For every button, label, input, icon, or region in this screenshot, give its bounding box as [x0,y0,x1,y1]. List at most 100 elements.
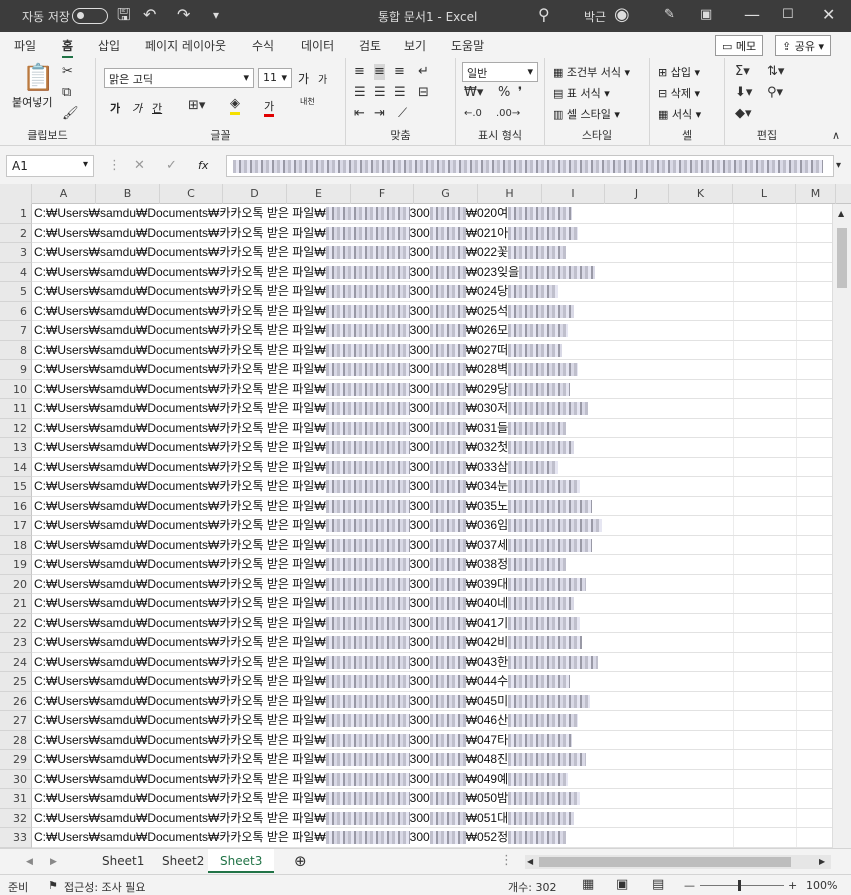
font-size-select[interactable]: 11 ▾ [258,68,292,88]
align-center-icon[interactable]: ☰ [374,85,386,101]
cell-a-value[interactable]: C:₩Users₩samdu₩Documents₩카카오톡 받은 파일₩ 300 ₩… [34,653,599,672]
cell-a-value[interactable]: C:₩Users₩samdu₩Documents₩카카오톡 받은 파일₩ 300 ₩… [34,341,563,360]
italic-button[interactable]: 가 [132,100,142,116]
cell-a-value[interactable]: C:₩Users₩samdu₩Documents₩카카오톡 받은 파일₩ 300 ₩… [34,711,579,730]
cell-a-value[interactable]: C:₩Users₩samdu₩Documents₩카카오톡 받은 파일₩ 300 ₩… [34,672,571,691]
cell-a-value[interactable]: C:₩Users₩samdu₩Documents₩카카오톡 받은 파일₩ 300 ₩… [34,633,583,652]
select-all-corner[interactable] [0,184,32,204]
page-break-view-icon[interactable]: ▤ [652,877,664,892]
row-header[interactable]: 12 [0,418,32,438]
column-header-a[interactable]: A [32,184,96,204]
row-header[interactable]: 2 [0,223,32,243]
cell-a-value[interactable]: C:₩Users₩samdu₩Documents₩카카오톡 받은 파일₩ 300 ₩… [34,770,569,789]
zoom-slider-thumb[interactable] [738,880,741,891]
decrease-indent-icon[interactable]: ⇤ [354,106,365,122]
tab-review[interactable]: 검토 [359,37,381,54]
row-header[interactable]: 21 [0,594,32,614]
zoom-slider[interactable] [700,885,784,886]
row-header[interactable]: 10 [0,379,32,399]
row-header[interactable]: 9 [0,360,32,380]
clear-icon[interactable]: ◆▾ [735,106,752,122]
cell-a-value[interactable]: C:₩Users₩samdu₩Documents₩카카오톡 받은 파일₩ 300 ₩… [34,419,567,438]
fill-icon[interactable]: ⬇▾ [735,85,752,101]
cell-a-value[interactable]: C:₩Users₩samdu₩Documents₩카카오톡 받은 파일₩ 300 ₩… [34,828,567,847]
row-header[interactable]: 23 [0,633,32,653]
vertical-scrollbar[interactable]: ▲ [832,204,851,848]
scroll-up-icon[interactable]: ▲ [838,206,844,222]
align-bottom-icon[interactable]: ≡ [394,64,405,80]
redo-icon[interactable]: ↷ [177,5,190,25]
cancel-entry-icon[interactable]: ✕ [134,158,145,174]
cell-a-value[interactable]: C:₩Users₩samdu₩Documents₩카카오톡 받은 파일₩ 300 ₩… [34,321,569,340]
row-header[interactable]: 30 [0,769,32,789]
maximize-icon[interactable]: ☐ [782,5,794,25]
accessibility-status[interactable]: 접근성: 조사 필요 [64,879,146,895]
share-button[interactable]: ⇪ 공유 ▾ [775,35,831,56]
bold-button[interactable]: 가 [110,100,120,116]
zoom-in-icon[interactable]: + [788,879,797,892]
more-options-icon[interactable]: ⋮ [108,158,121,174]
column-header-l[interactable]: L [733,184,796,204]
percent-icon[interactable]: % [498,85,510,101]
cell-a-value[interactable]: C:₩Users₩samdu₩Documents₩카카오톡 받은 파일₩ 300 ₩… [34,438,575,457]
zoom-out-icon[interactable]: — [684,879,695,892]
sheet-tab-2[interactable]: Sheet2 [150,849,216,873]
tab-view[interactable]: 보기 [404,37,426,54]
format-cells-button[interactable]: ▦ 서식 ▾ [658,106,701,122]
phonetic-button[interactable]: 내천 [300,96,315,107]
column-header-m[interactable]: M [796,184,836,204]
underline-button[interactable]: 간 [152,100,162,116]
row-header[interactable]: 11 [0,399,32,419]
next-sheet-icon[interactable]: ▶ [50,854,57,870]
wrap-text-icon[interactable]: ↵ [418,64,429,80]
row-header[interactable]: 3 [0,243,32,263]
column-header-e[interactable]: E [287,184,351,204]
cell-a-value[interactable]: C:₩Users₩samdu₩Documents₩카카오톡 받은 파일₩ 300 ₩… [34,399,589,418]
row-header[interactable]: 15 [0,477,32,497]
row-header[interactable]: 22 [0,613,32,633]
accounting-format-icon[interactable]: ₩▾ [464,85,483,101]
row-header[interactable]: 25 [0,672,32,692]
tab-home[interactable]: 홈 [62,37,74,58]
column-header-c[interactable]: C [160,184,223,204]
conditional-format-button[interactable]: ▦ 조건부 서식 ▾ [553,64,630,80]
borders-icon[interactable]: ⊞▾ [188,98,205,114]
memo-button[interactable]: ▭ 메모 [715,35,764,56]
cell-a-value[interactable]: C:₩Users₩samdu₩Documents₩카카오톡 받은 파일₩ 300 ₩… [34,575,587,594]
horizontal-scroll-thumb[interactable] [539,857,791,867]
row-header[interactable]: 19 [0,555,32,575]
cell-a-value[interactable]: C:₩Users₩samdu₩Documents₩카카오톡 받은 파일₩ 300 ₩… [34,224,579,243]
cell-a-value[interactable]: C:₩Users₩samdu₩Documents₩카카오톡 받은 파일₩ 300 ₩… [34,204,573,223]
row-header[interactable]: 31 [0,789,32,809]
increase-decimal-icon[interactable]: ←.0 [464,106,482,122]
row-header[interactable]: 26 [0,691,32,711]
save-icon[interactable]: 🖫 [117,5,131,25]
page-layout-view-icon[interactable]: ▣ [616,877,628,892]
cell-a-value[interactable]: C:₩Users₩samdu₩Documents₩카카오톡 받은 파일₩ 300 ₩… [34,458,559,477]
cell-a-value[interactable]: C:₩Users₩samdu₩Documents₩카카오톡 받은 파일₩ 300 ₩… [34,692,591,711]
row-header[interactable]: 33 [0,828,32,848]
collapse-ribbon-icon[interactable]: ∧ [832,128,840,144]
format-as-table-button[interactable]: ▤ 표 서식 ▾ [553,85,610,101]
grow-font-button[interactable]: 가 [298,70,309,87]
column-header-b[interactable]: B [96,184,160,204]
tab-data[interactable]: 데이터 [301,37,334,54]
paste-icon[interactable]: 📋 [22,64,54,92]
cell-a-value[interactable]: C:₩Users₩samdu₩Documents₩카카오톡 받은 파일₩ 300 ₩… [34,731,573,750]
fill-color-icon[interactable]: ◈ [230,96,240,115]
cell-a-value[interactable]: C:₩Users₩samdu₩Documents₩카카오톡 받은 파일₩ 300 ₩… [34,497,593,516]
row-header[interactable]: 24 [0,652,32,672]
delete-cells-button[interactable]: ⊟ 삭제 ▾ [658,85,700,101]
align-left-icon[interactable]: ☰ [354,85,366,101]
comma-style-icon[interactable]: ❜ [518,85,522,101]
insert-function-button[interactable]: fx [198,159,208,172]
row-header[interactable]: 28 [0,730,32,750]
autosum-icon[interactable]: Σ▾ [735,64,750,80]
column-header-d[interactable]: D [223,184,287,204]
minimize-icon[interactable]: — [744,5,760,25]
align-middle-icon[interactable]: ≡ [374,64,385,80]
row-header[interactable]: 13 [0,438,32,458]
insert-cells-button[interactable]: ⊞ 삽입 ▾ [658,64,700,80]
increase-indent-icon[interactable]: ⇥ [374,106,385,122]
tab-insert[interactable]: 삽입 [98,37,120,54]
